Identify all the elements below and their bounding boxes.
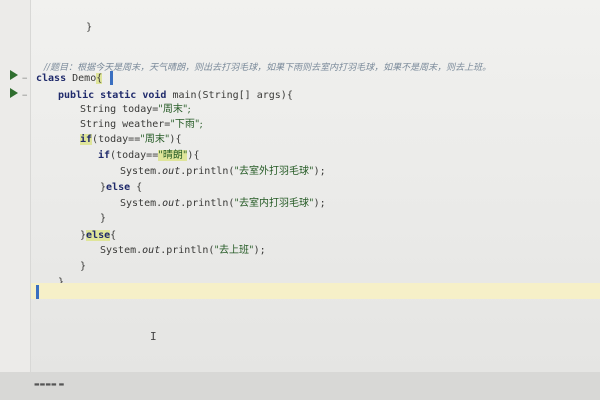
text-caret-current xyxy=(36,285,39,299)
current-line-highlight xyxy=(31,283,600,299)
code-line-top-brace: } xyxy=(86,22,93,33)
code-line-main: public static void main(String[] args){ xyxy=(58,90,293,101)
mouse-text-cursor: I xyxy=(150,330,157,343)
status-bar xyxy=(0,372,600,400)
code-line-class: class Demo{ xyxy=(36,73,103,84)
run-class-icon[interactable] xyxy=(10,70,18,80)
fold-icon[interactable]: − xyxy=(22,91,27,101)
status-bar-text: ▬▬▬▬ ▬ xyxy=(34,381,65,388)
code-line-print-indoor: System.out.println("去室内打羽毛球"); xyxy=(120,198,326,209)
run-main-icon[interactable] xyxy=(10,88,18,98)
code-line-close-else: } xyxy=(80,261,87,272)
code-line-if-today: if(today=="周末"){ xyxy=(80,134,182,145)
code-line-print-work: System.out.println("去上班"); xyxy=(100,245,266,256)
code-line-close-inner: } xyxy=(100,213,107,224)
editor-gutter xyxy=(0,0,31,400)
code-line-else-inner: }else { xyxy=(100,182,143,193)
code-line-else-outer: }else{ xyxy=(80,230,117,241)
code-line-today: String today="周末"; xyxy=(80,104,191,115)
code-editor[interactable]: } //题目：根据今天是周末，天气晴朗，则出去打羽毛球，如果下雨则去室内打羽毛球… xyxy=(0,0,600,400)
code-line-if-weather: if(today=="晴朗"){ xyxy=(98,150,200,161)
text-caret xyxy=(110,71,113,85)
fold-icon[interactable]: − xyxy=(22,74,27,84)
code-line-print-outdoor: System.out.println("去室外打羽毛球"); xyxy=(120,166,326,177)
code-line-weather: String weather="下雨"; xyxy=(80,119,203,130)
